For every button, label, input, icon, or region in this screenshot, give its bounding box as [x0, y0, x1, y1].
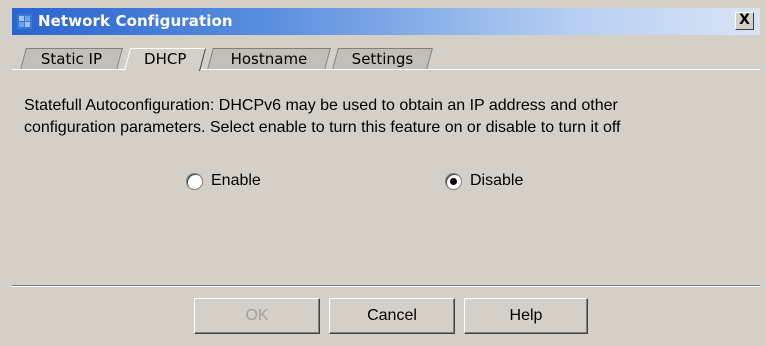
- window-title: Network Configuration: [38, 12, 233, 30]
- network-configuration-dialog: Network Configuration X Static IP DHCP H…: [0, 0, 766, 346]
- tab-label: Settings: [351, 50, 414, 68]
- close-icon: X: [739, 12, 750, 28]
- tab-static-ip[interactable]: Static IP: [20, 48, 123, 70]
- description-line-1: Statefull Autoconfiguration: DHCPv6 may …: [24, 97, 618, 114]
- title-bar[interactable]: Network Configuration X: [12, 8, 760, 35]
- tab-settings[interactable]: Settings: [332, 48, 433, 70]
- network-config-icon: [17, 14, 32, 29]
- close-button[interactable]: X: [735, 12, 754, 30]
- disable-radio[interactable]: [445, 172, 462, 190]
- disable-label[interactable]: Disable: [470, 172, 523, 190]
- enable-label[interactable]: Enable: [211, 172, 261, 190]
- cancel-button[interactable]: Cancel: [329, 298, 455, 334]
- radio-selected-dot: [450, 177, 457, 185]
- tab-label: Static IP: [40, 50, 103, 68]
- description-text: Statefull Autoconfiguration: DHCPv6 may …: [24, 95, 754, 139]
- ok-button[interactable]: OK: [194, 298, 320, 334]
- disable-option[interactable]: Disable: [445, 171, 523, 191]
- description-line-2: configuration parameters. Select enable …: [24, 119, 621, 136]
- tab-hostname[interactable]: Hostname: [207, 48, 331, 70]
- enable-radio[interactable]: [186, 172, 203, 190]
- tab-label: DHCP: [144, 50, 187, 68]
- dhcp-panel: Statefull Autoconfiguration: DHCPv6 may …: [12, 70, 760, 285]
- enable-option[interactable]: Enable: [186, 171, 261, 191]
- help-button[interactable]: Help: [464, 298, 588, 334]
- tab-label: Hostname: [230, 50, 308, 68]
- button-separator: [12, 285, 760, 287]
- tab-strip: Static IP DHCP Hostname Settings: [20, 48, 766, 71]
- tab-dhcp[interactable]: DHCP: [124, 48, 207, 71]
